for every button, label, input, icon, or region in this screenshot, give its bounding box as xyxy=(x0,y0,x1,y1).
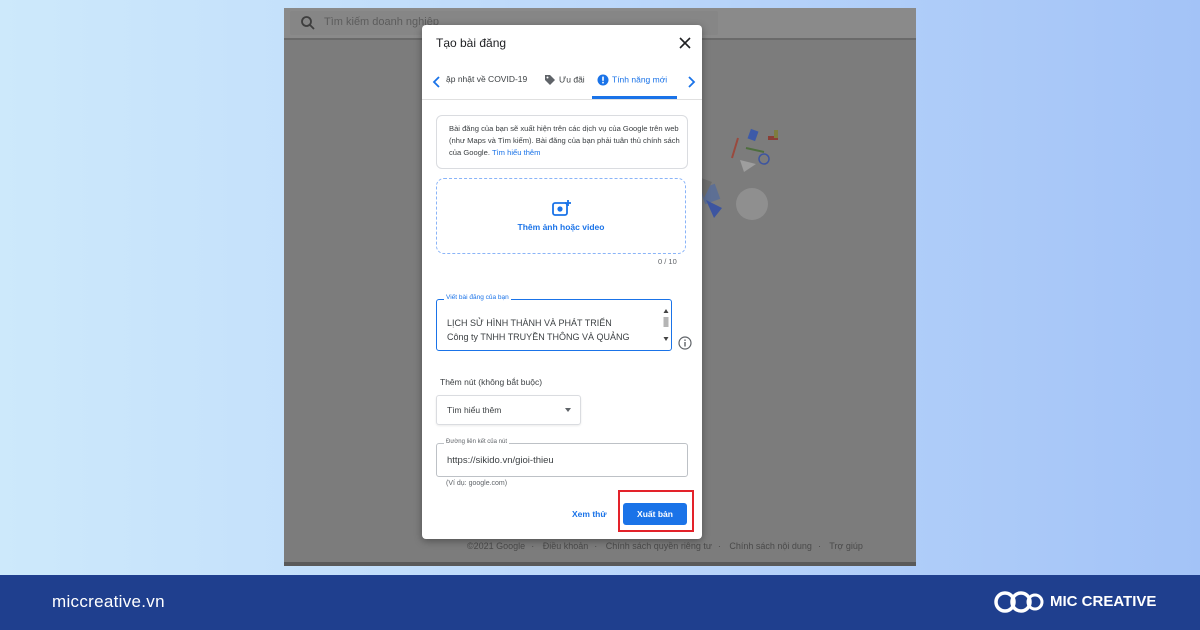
tab-covid-update[interactable]: ập nhật về COVID-19 xyxy=(446,74,527,84)
tab-whats-new-label: Tính năng mới xyxy=(612,74,668,85)
chevron-right-icon[interactable] xyxy=(684,73,698,91)
footer-link-content-policy[interactable]: Chính sách nội dung xyxy=(729,541,812,551)
alert-circle-icon xyxy=(597,74,609,86)
search-icon xyxy=(301,16,315,30)
brand-bar: miccreative.vn MIC CREATIVE xyxy=(0,575,1200,630)
info-icon[interactable] xyxy=(678,336,692,350)
tab-offer[interactable]: Ưu đãi xyxy=(544,74,585,86)
highlight-annotation xyxy=(618,490,694,532)
post-text-line: LỊCH SỬ HÌNH THÀNH VÀ PHÁT TRIỂN xyxy=(447,318,612,328)
learn-more-link[interactable]: Tìm hiểu thêm xyxy=(492,148,541,157)
illustration-graphic xyxy=(696,128,778,220)
close-icon[interactable] xyxy=(676,34,694,52)
post-text-line: Công ty TNHH TRUYỀN THÔNG VÀ QUẢNG xyxy=(447,332,630,342)
tab-whats-new[interactable]: Tính năng mới xyxy=(597,74,667,86)
caret-down-icon xyxy=(565,408,571,412)
add-photo-icon xyxy=(552,200,571,216)
preview-button[interactable]: Xem thử xyxy=(572,509,607,519)
bottom-strip xyxy=(284,562,916,566)
active-tab-indicator xyxy=(592,96,677,99)
url-hint: (Ví dụ: google.com) xyxy=(446,480,508,487)
button-url-value: https://sikido.vn/gioi-thieu xyxy=(447,455,554,466)
post-text-label: Viết bài đăng của bạn xyxy=(444,294,511,301)
add-button-label: Thêm nút (không bắt buộc) xyxy=(440,377,543,387)
button-url-field[interactable]: Đường liên kết của nút https://sikido.vn… xyxy=(436,439,688,477)
textarea-scrollbar[interactable] xyxy=(663,308,669,342)
dialog-header: Tạo bài đăng xyxy=(422,25,702,61)
mic-creative-logo-icon xyxy=(994,591,1044,613)
upload-label: Thêm ảnh hoặc video xyxy=(517,222,605,232)
media-count: 0 / 10 xyxy=(658,257,677,266)
policy-notice-text: Bài đăng của bạn sẽ xuất hiện trên các d… xyxy=(449,124,680,157)
brand-name: MIC CREATIVE xyxy=(1050,593,1157,610)
tab-offer-label: Ưu đãi xyxy=(559,74,585,85)
page-footer: ©2021 Google · Điều khoản · Chính sách quy… xyxy=(467,541,863,551)
button-type-value: Tìm hiểu thêm xyxy=(447,405,502,415)
footer-link-privacy[interactable]: Chính sách quyền riêng tư xyxy=(606,541,712,551)
footer-link-terms[interactable]: Điều khoản xyxy=(543,541,589,551)
footer-copyright: ©2021 Google xyxy=(467,541,526,551)
policy-notice: Bài đăng của bạn sẽ xuất hiện trên các d… xyxy=(436,115,688,169)
button-url-label: Đường liên kết của nút xyxy=(444,439,509,445)
chevron-left-icon[interactable] xyxy=(430,73,444,91)
post-type-tabs: ập nhật về COVID-19 Ưu đãi Tính năng mới xyxy=(422,65,702,100)
dialog-title: Tạo bài đăng xyxy=(436,36,507,50)
site-url[interactable]: miccreative.vn xyxy=(52,592,165,612)
media-upload-area[interactable]: Thêm ảnh hoặc video xyxy=(436,178,686,254)
tag-icon xyxy=(545,75,555,85)
footer-link-help[interactable]: Trợ giúp xyxy=(829,541,863,551)
button-type-select[interactable]: Tìm hiểu thêm xyxy=(436,395,581,425)
post-text-field[interactable]: Viết bài đăng của bạn LỊCH SỬ HÌNH THÀNH… xyxy=(436,294,672,351)
create-post-dialog: Tạo bài đăng ập nhật về COVID-19 Ưu đãi … xyxy=(422,25,702,539)
